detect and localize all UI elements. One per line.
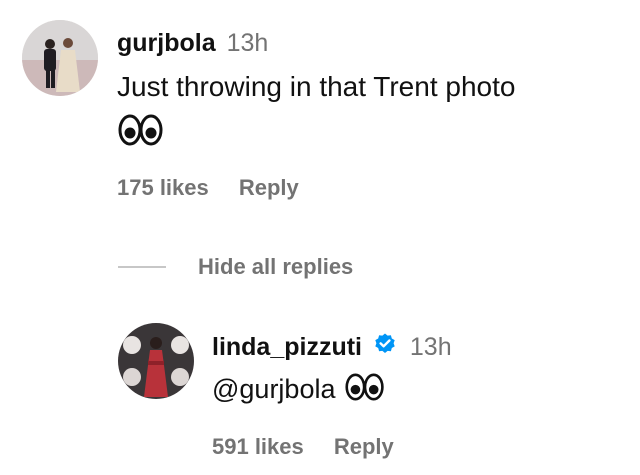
comment-timestamp: 13h — [226, 29, 269, 57]
verified-badge-icon — [373, 332, 397, 364]
avatar[interactable] — [22, 20, 98, 96]
reply-text: @gurjbola — [212, 374, 336, 405]
eyes-icon — [118, 113, 164, 152]
eyes-icon — [345, 372, 385, 410]
replies-divider — [118, 266, 166, 268]
comment-reply-button[interactable]: Reply — [239, 175, 299, 200]
reply-username[interactable]: linda_pizzuti — [212, 333, 362, 361]
comment-username[interactable]: gurjbola — [117, 29, 216, 57]
comment-text: Just throwing in that Trent photo — [117, 71, 516, 102]
comment-likes[interactable]: 175 likes — [117, 175, 209, 200]
reply-likes[interactable]: 591 likes — [212, 434, 304, 459]
hide-replies-button[interactable]: Hide all replies — [198, 253, 353, 281]
avatar[interactable] — [118, 323, 194, 399]
reply-timestamp: 13h — [409, 333, 452, 361]
reply-reply-button[interactable]: Reply — [334, 434, 394, 459]
